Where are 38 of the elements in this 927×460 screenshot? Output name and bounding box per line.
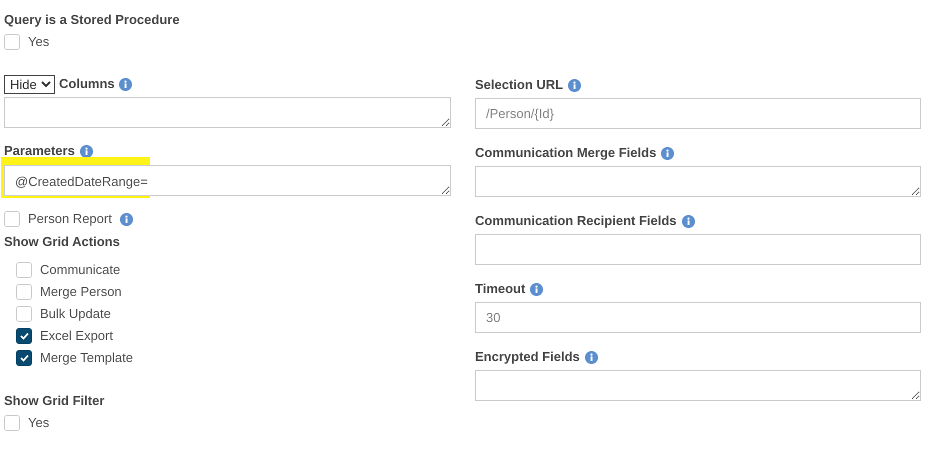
checkbox-label: Yes bbox=[28, 33, 50, 52]
field-label: Encrypted Fields bbox=[475, 348, 580, 366]
checkbox-label: Excel Export bbox=[40, 327, 113, 346]
input-field[interactable]: 30 bbox=[475, 302, 921, 333]
checkbox-label: Bulk Update bbox=[40, 305, 111, 324]
columns-field[interactable] bbox=[4, 97, 451, 128]
checkbox-label: Person Report bbox=[28, 210, 112, 228]
info-icon[interactable] bbox=[118, 78, 132, 90]
field-label: Show Grid Filter bbox=[4, 392, 104, 410]
checkbox-label: Merge Template bbox=[40, 349, 133, 368]
check-icon bbox=[20, 332, 28, 340]
field-label: Parameters bbox=[4, 142, 75, 160]
info-icon[interactable] bbox=[584, 350, 598, 364]
field-label: Communication Merge Fields bbox=[475, 144, 656, 162]
field-label: Query is a Stored Procedure bbox=[4, 11, 180, 30]
info-icon[interactable] bbox=[568, 78, 582, 92]
field-label: Communication Recipient Fields bbox=[475, 212, 677, 230]
field-label: Selection URL bbox=[475, 76, 564, 94]
info-icon[interactable] bbox=[682, 214, 695, 228]
info-icon[interactable] bbox=[80, 144, 93, 158]
checkbox-label: Yes bbox=[28, 414, 50, 432]
check-icon bbox=[20, 354, 28, 362]
text-area-field[interactable] bbox=[475, 370, 921, 401]
info-icon[interactable] bbox=[530, 282, 544, 296]
checkbox-label: Merge Person bbox=[40, 283, 122, 302]
input-field[interactable]: /Person/{Id} bbox=[475, 98, 921, 129]
field-label: Show Grid Actions bbox=[4, 233, 120, 252]
checkbox-label: Communicate bbox=[40, 261, 120, 280]
checkbox[interactable] bbox=[16, 350, 32, 366]
checkbox[interactable] bbox=[16, 328, 32, 344]
text-area-field[interactable] bbox=[475, 166, 921, 197]
field-label: Columns bbox=[59, 75, 115, 94]
parameters-field[interactable]: @CreatedDateRange= bbox=[4, 165, 451, 196]
input-field[interactable] bbox=[475, 234, 921, 265]
info-icon[interactable] bbox=[661, 146, 674, 160]
info-icon[interactable] bbox=[120, 212, 133, 226]
columns-mode-select[interactable]: Hide bbox=[4, 74, 55, 94]
field-label: Timeout bbox=[475, 280, 526, 298]
